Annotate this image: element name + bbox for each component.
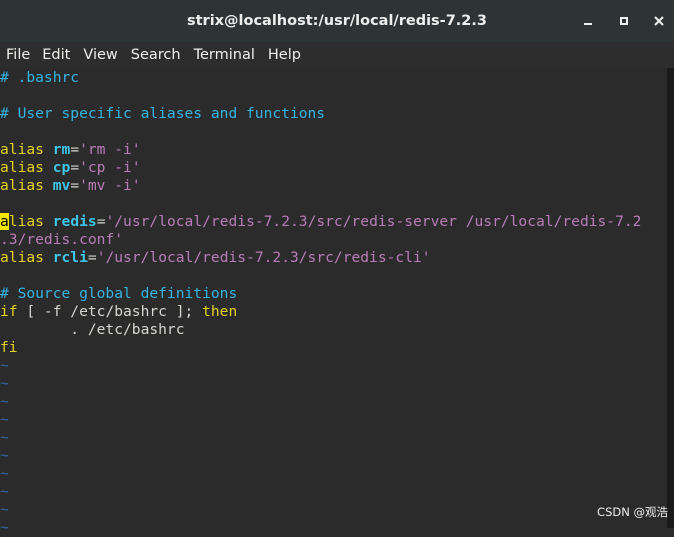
- line-alias-rm: alias rm='rm -i': [0, 141, 141, 158]
- empty-line-marker: ~: [0, 375, 9, 392]
- maximize-icon[interactable]: [614, 11, 634, 31]
- line-alias-cp: alias cp='cp -i': [0, 159, 141, 176]
- alias-value: '/usr/local/redis-7.2.3/src/redis-cli': [96, 249, 431, 266]
- watermark: CSDN @观浩: [597, 505, 668, 519]
- alias-value: 'cp -i': [79, 159, 141, 176]
- alias-name: redis: [52, 213, 97, 230]
- text-cursor: a: [0, 213, 9, 230]
- menu-help[interactable]: Help: [263, 47, 306, 63]
- line-alias-redis-wrap: .3/redis.conf': [0, 231, 124, 248]
- line-source-comment: # Source global definitions: [0, 285, 238, 302]
- alias-keyword: alias: [0, 159, 44, 176]
- alias-value: 'mv -i': [79, 177, 141, 194]
- menu-file[interactable]: File: [1, 47, 35, 63]
- alias-name: cp: [52, 159, 71, 176]
- alias-keyword: alias: [0, 141, 44, 158]
- line-fi: fi: [0, 339, 18, 356]
- empty-line-marker: ~: [0, 429, 9, 446]
- line-source-bashrc: . /etc/bashrc: [0, 321, 185, 338]
- menu-terminal[interactable]: Terminal: [189, 47, 260, 63]
- menu-edit[interactable]: Edit: [37, 47, 75, 63]
- menu-search[interactable]: Search: [126, 47, 186, 63]
- then-keyword: then: [202, 303, 238, 320]
- window-title: strix@localhost:/usr/local/redis-7.2.3: [186, 13, 487, 29]
- alias-value: '/usr/local/redis-7.2.3/src/redis-server…: [105, 213, 642, 230]
- menu-bar: File Edit View Search Terminal Help: [0, 42, 674, 68]
- alias-name: rm: [52, 141, 71, 158]
- alias-keyword: alias: [0, 177, 44, 194]
- empty-line-marker: ~: [0, 411, 9, 428]
- empty-line-marker: ~: [0, 357, 9, 374]
- menu-view[interactable]: View: [78, 47, 122, 63]
- line-if: if [ -f /etc/bashrc ]; then: [0, 303, 238, 320]
- minimize-icon[interactable]: [578, 11, 598, 31]
- scrollbar[interactable]: [667, 68, 674, 528]
- empty-line-marker: ~: [0, 501, 9, 518]
- if-keyword: if: [0, 303, 18, 320]
- line-alias-mv: alias mv='mv -i': [0, 177, 141, 194]
- alias-value: 'rm -i': [79, 141, 141, 158]
- empty-line-marker: ~: [0, 465, 9, 482]
- alias-keyword: lias: [8, 213, 44, 230]
- title-bar: strix@localhost:/usr/local/redis-7.2.3: [0, 0, 674, 42]
- empty-line-marker: ~: [0, 393, 9, 410]
- terminal-content[interactable]: # .bashrc # User specific aliases and fu…: [0, 69, 667, 536]
- empty-line-marker: ~: [0, 483, 9, 500]
- alias-keyword: alias: [0, 249, 44, 266]
- scrollbar-thumb[interactable]: [667, 68, 674, 528]
- close-icon[interactable]: [649, 11, 669, 31]
- alias-name: mv: [52, 177, 71, 194]
- line-alias-rcli: alias rcli='/usr/local/redis-7.2.3/src/r…: [0, 249, 431, 266]
- line-bashrc-comment: # .bashrc: [0, 69, 80, 86]
- empty-line-marker: ~: [0, 447, 9, 464]
- line-alias-redis: alias redis='/usr/local/redis-7.2.3/src/…: [0, 213, 642, 230]
- empty-line-marker: ~: [0, 519, 9, 536]
- alias-name: rcli: [52, 249, 88, 266]
- line-aliases-comment: # User specific aliases and functions: [0, 105, 326, 122]
